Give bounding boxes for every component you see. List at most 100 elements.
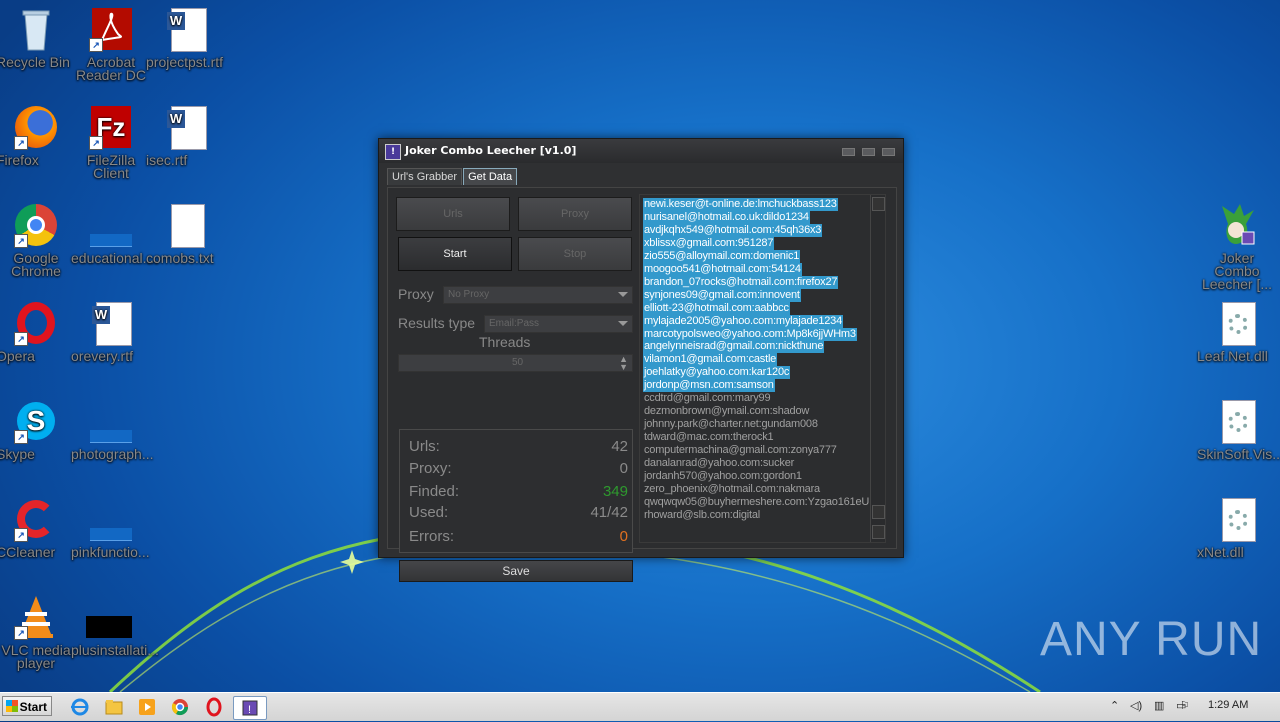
result-item[interactable]: angelynneisrad@gmail.com:nickthune <box>643 340 825 354</box>
result-item[interactable]: avdjkqhx549@hotmail.com:45qh36x3 <box>643 223 823 237</box>
result-item[interactable]: ccdtrd@gmail.com:mary99 <box>643 392 771 405</box>
app-icon: ! <box>385 144 401 160</box>
filezilla-icon: Fz ↗ <box>88 104 134 150</box>
tab-bar: Url's Grabber Get Data <box>387 168 518 186</box>
proxy-select-value: No Proxy <box>448 289 490 300</box>
result-item[interactable]: synjones09@gmail.com:innovent <box>643 288 801 302</box>
stat-used-value: 41/42 <box>590 504 628 521</box>
chrome-icon: ↗ <box>13 202 59 248</box>
desktop-icon-skype[interactable]: S ↗ Skype <box>0 398 76 461</box>
result-item[interactable]: danalanrad@yahoo.com:sucker <box>643 457 795 470</box>
result-item[interactable]: zero_phoenix@hotmail.com:nakmara <box>643 483 821 496</box>
black-file-icon <box>86 594 134 640</box>
desktop-icon-projectpst[interactable]: W projectpst.rtf <box>146 6 226 69</box>
result-item[interactable]: rhoward@slb.com:digital <box>643 509 761 522</box>
desktop-icon-pinkfunction[interactable]: pinkfunctio... <box>71 496 151 559</box>
result-item[interactable]: joehlatky@yahoo.com:kar120c <box>643 366 791 380</box>
dll-icon <box>1214 398 1260 444</box>
desktop-icon-chrome[interactable]: ↗ Google Chrome <box>0 202 76 278</box>
desktop-icon-ccleaner[interactable]: ↗ CCleaner <box>0 496 76 559</box>
flag-icon[interactable]: ⚐ <box>1180 699 1190 712</box>
results-scrollbar[interactable] <box>870 195 885 542</box>
result-item[interactable]: xblissx@gmail.com:951287 <box>643 236 775 250</box>
word-doc-icon: W <box>163 6 209 52</box>
explorer-icon[interactable] <box>102 696 126 718</box>
threads-value: 50 <box>511 357 524 368</box>
media-player-icon[interactable] <box>135 696 159 718</box>
result-item[interactable]: jordonp@msn.com:samson <box>643 379 775 393</box>
dll-icon <box>1214 496 1260 542</box>
start-button[interactable]: Start <box>2 696 52 716</box>
result-item[interactable]: johnny.park@charter.net:gundam008 <box>643 418 819 431</box>
result-item[interactable]: zio555@alloymail.com:domenic1 <box>643 249 801 263</box>
stop-button[interactable]: Stop <box>518 237 632 271</box>
desktop-icon-opera[interactable]: ↗ Opera <box>0 300 76 363</box>
clock[interactable]: 1:29 AM <box>1208 699 1248 711</box>
desktop-icon-acrobat[interactable]: ↗ Acrobat Reader DC <box>71 6 151 82</box>
resize-grip-icon[interactable] <box>872 525 885 539</box>
scroll-up-icon[interactable] <box>872 197 885 211</box>
opera-icon[interactable] <box>202 696 226 718</box>
urls-button[interactable]: Urls <box>396 197 510 231</box>
desktop-icon-recycle-bin[interactable]: Recycle Bin <box>0 6 76 69</box>
desktop-icon-comobs[interactable]: comobs.txt <box>146 202 226 265</box>
stat-errors-label: Errors: <box>409 528 454 545</box>
result-item[interactable]: elliott-23@hotmail.com:aabbcc <box>643 301 790 315</box>
result-item[interactable]: jordanh570@yahoo.com:gordon1 <box>643 470 803 483</box>
threads-stepper[interactable]: 50 ▲ ▼ <box>398 354 633 372</box>
result-item[interactable]: nurisanel@hotmail.co.uk:dildo1234 <box>643 210 810 224</box>
tab-get-data[interactable]: Get Data <box>463 168 518 185</box>
result-item[interactable]: moogoo541@hotmail.com:54124 <box>643 262 802 276</box>
proxy-button[interactable]: Proxy <box>518 197 632 231</box>
desktop-icon-plusinstallation[interactable]: plusinstallati... <box>71 594 159 657</box>
start-button[interactable]: Start <box>398 237 512 271</box>
tray-chevron-icon[interactable]: ⌃ <box>1110 699 1119 712</box>
maximize-button[interactable] <box>862 148 875 156</box>
ie-icon[interactable] <box>68 696 92 718</box>
result-item[interactable]: brandon_07rocks@hotmail.com:firefox27 <box>643 275 839 289</box>
chrome-icon[interactable] <box>168 696 192 718</box>
results-type-label: Results type <box>398 315 476 331</box>
desktop-icon-photograph[interactable]: photograph... <box>71 398 154 461</box>
desktop-icon-orevery[interactable]: W orevery.rtf <box>71 300 151 363</box>
blank-file-icon <box>88 496 134 542</box>
proxy-label: Proxy <box>398 286 434 302</box>
desktop-icon-educational[interactable]: educational.... <box>71 202 158 265</box>
result-item[interactable]: vilamon1@gmail.com:castle <box>643 353 778 367</box>
stat-errors-value: 0 <box>619 528 628 545</box>
results-list[interactable]: newi.keser@t-online.de:lmchuckbass123 nur… <box>639 194 886 543</box>
desktop-icon-vlc[interactable]: ↗ VLC media player <box>0 594 76 670</box>
result-item[interactable]: computermachina@gmail.com:zonya777 <box>643 444 838 457</box>
desktop-icon-firefox[interactable]: ↗ Firefox <box>0 104 76 167</box>
acrobat-icon: ↗ <box>88 6 134 52</box>
desktop-icon-filezilla[interactable]: Fz ↗ FileZilla Client <box>71 104 151 180</box>
result-item[interactable]: mylajade2005@yahoo.com:mylajade1234 <box>643 314 844 328</box>
result-item[interactable]: newi.keser@t-online.de:lmchuckbass123 <box>643 198 838 211</box>
network-icon[interactable]: ▥ <box>1154 699 1164 712</box>
save-button[interactable]: Save <box>399 560 633 582</box>
chevron-down-icon <box>618 292 628 297</box>
result-item[interactable]: marcotypolsweo@yahoo.com:Mp8k6jjWHm3 <box>643 327 857 341</box>
desktop-icon-skinsoft[interactable]: SkinSoft.Vis... <box>1197 398 1280 461</box>
joker-taskbar-icon[interactable]: ! <box>233 696 267 720</box>
windows-logo-icon <box>6 700 18 712</box>
close-button[interactable] <box>882 148 895 156</box>
desktop-icon-xnet-dll[interactable]: xNet.dll <box>1197 496 1277 559</box>
window-titlebar[interactable]: ! Joker Combo Leecher [v1.0] <box>379 139 903 163</box>
tab-urls-grabber[interactable]: Url's Grabber <box>387 168 463 185</box>
desktop-icon-joker-combo-leecher[interactable]: Joker Combo Leecher [... <box>1197 202 1277 291</box>
desktop-icon-isec[interactable]: W isec.rtf <box>146 104 226 167</box>
recycle-bin-icon <box>13 6 59 52</box>
scroll-down-icon[interactable] <box>872 505 885 519</box>
result-item[interactable]: tdward@mac.com:therock1 <box>643 431 774 444</box>
results-type-select[interactable]: Email:Pass <box>484 315 633 333</box>
result-item[interactable]: dezmonbrown@ymail.com:shadow <box>643 405 810 418</box>
result-item[interactable]: qwqwqw05@buyhermeshere.com:Yzgao161eU <box>643 496 870 509</box>
minimize-button[interactable] <box>842 148 855 156</box>
proxy-select[interactable]: No Proxy <box>443 286 633 304</box>
desktop-icon-leaf-net-dll[interactable]: Leaf.Net.dll <box>1197 300 1277 363</box>
volume-icon[interactable]: ◁) <box>1130 699 1142 712</box>
stat-proxy-label: Proxy: <box>409 460 452 477</box>
chevron-down-icon <box>618 321 628 326</box>
stat-finded-label: Finded: <box>409 483 460 500</box>
